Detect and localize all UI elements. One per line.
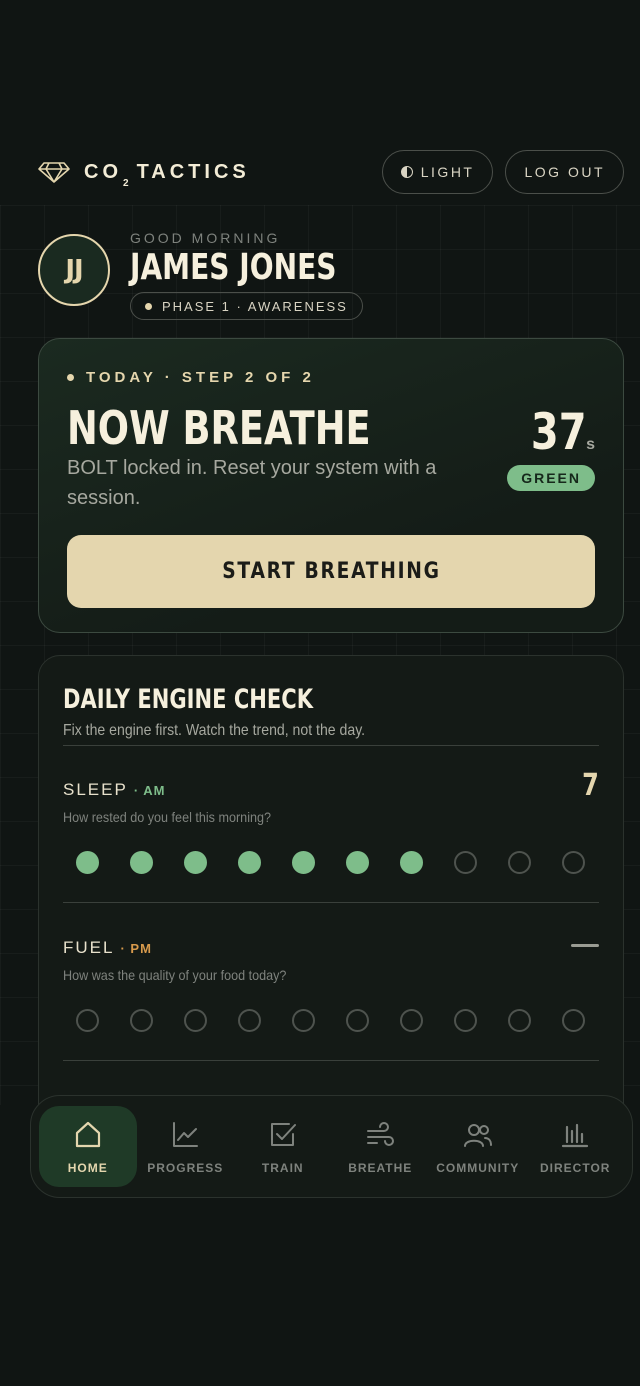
rating-dot-3[interactable] bbox=[184, 851, 207, 874]
fuel-label: FUEL · PM bbox=[63, 938, 152, 958]
nav-item-community[interactable]: COMMUNITY bbox=[429, 1106, 527, 1187]
fuel-question: How was the quality of your food today? bbox=[63, 967, 287, 983]
bolt-value: 37 bbox=[530, 403, 587, 461]
today-dot-icon bbox=[67, 374, 74, 381]
logout-label: LOG OUT bbox=[524, 164, 605, 180]
nav-item-director[interactable]: DIRECTOR bbox=[527, 1106, 625, 1187]
nav-label-community: COMMUNITY bbox=[436, 1160, 520, 1175]
daily-check-title: DAILY ENGINE CHECK bbox=[63, 684, 314, 715]
rating-dot-2[interactable] bbox=[130, 1009, 153, 1032]
today-step-label: TODAY · STEP 2 OF 2 bbox=[86, 369, 315, 386]
profile-section: JJ GOOD MORNING JAMES JONES PHASE 1 · AW… bbox=[38, 228, 395, 320]
top-header: CO 2 TACTICS LIGHT LOG OUT bbox=[38, 150, 624, 194]
nav-label-home: HOME bbox=[67, 1160, 108, 1175]
logout-button[interactable]: LOG OUT bbox=[505, 150, 624, 194]
today-eyebrow: TODAY · STEP 2 OF 2 bbox=[67, 369, 315, 386]
nav-item-progress[interactable]: PROGRESS bbox=[137, 1106, 235, 1187]
daily-check-subtitle: Fix the engine first. Watch the trend, n… bbox=[63, 722, 366, 739]
today-title: NOW BREATHE bbox=[67, 401, 371, 455]
rating-dot-8[interactable] bbox=[454, 851, 477, 874]
brand-main: CO bbox=[84, 160, 122, 183]
contrast-icon bbox=[400, 166, 413, 178]
bolt-status-badge: GREEN bbox=[507, 465, 595, 491]
avatar[interactable]: JJ bbox=[38, 234, 110, 306]
app-screen: CO 2 TACTICS LIGHT LOG OUT JJ GOOD MORNING… bbox=[0, 0, 640, 1386]
nav-label-director: DIRECTOR bbox=[540, 1160, 611, 1175]
rating-dot-8[interactable] bbox=[454, 1009, 477, 1032]
brand-logo[interactable]: CO 2 TACTICS bbox=[38, 160, 250, 189]
rating-dot-10[interactable] bbox=[562, 851, 585, 874]
diamond-icon bbox=[38, 162, 70, 183]
phase-dot-icon bbox=[145, 302, 152, 310]
bar-chart-icon bbox=[562, 1123, 589, 1147]
sleep-label-text: SLEEP bbox=[63, 780, 128, 799]
fuel-time-tag: · PM bbox=[120, 941, 152, 956]
phase-badge: PHASE 1 · AWARENESS bbox=[130, 292, 363, 320]
rating-dot-9[interactable] bbox=[508, 1009, 531, 1032]
rating-dot-3[interactable] bbox=[184, 1009, 207, 1032]
sleep-question: How rested do you feel this morning? bbox=[63, 809, 272, 825]
greeting: GOOD MORNING bbox=[130, 230, 281, 246]
user-name: JAMES JONES bbox=[130, 247, 337, 288]
fuel-label-text: FUEL bbox=[63, 938, 115, 957]
sleep-time-tag: · AM bbox=[133, 783, 166, 798]
brand-name: CO 2 TACTICS bbox=[84, 160, 250, 189]
rating-dot-7[interactable] bbox=[400, 1009, 423, 1032]
fuel-rating bbox=[76, 1009, 585, 1032]
rating-dot-4[interactable] bbox=[238, 1009, 261, 1032]
sleep-rating bbox=[76, 851, 585, 874]
start-breathing-button[interactable]: START BREATHING bbox=[67, 535, 595, 608]
theme-toggle-label: LIGHT bbox=[420, 164, 475, 180]
brand-rest: TACTICS bbox=[136, 160, 250, 183]
fuel-empty-value-dash bbox=[571, 944, 599, 947]
phase-label: PHASE 1 · AWARENESS bbox=[162, 298, 348, 314]
nav-label-train: TRAIN bbox=[261, 1160, 304, 1175]
divider bbox=[63, 902, 599, 903]
rating-dot-2[interactable] bbox=[130, 851, 153, 874]
bolt-unit: s bbox=[586, 436, 595, 453]
theme-toggle-button[interactable]: LIGHT bbox=[381, 150, 494, 194]
rating-dot-5[interactable] bbox=[292, 851, 315, 874]
today-description: BOLT locked in. Reset your system with a… bbox=[67, 457, 437, 509]
nav-item-breathe[interactable]: BREATHE bbox=[332, 1106, 430, 1187]
nav-label-breathe: BREATHE bbox=[348, 1160, 413, 1175]
rating-dot-5[interactable] bbox=[292, 1009, 315, 1032]
checkbox-icon bbox=[270, 1122, 296, 1146]
wind-icon bbox=[367, 1121, 395, 1146]
brand-subscript: 2 bbox=[123, 177, 129, 189]
rating-dot-7[interactable] bbox=[400, 851, 423, 874]
bottom-nav: HOME PROGRESS TRAIN BREATHE COMMUNITY DI… bbox=[30, 1095, 633, 1198]
bolt-score: 37s GREEN bbox=[507, 403, 595, 491]
rating-dot-9[interactable] bbox=[508, 851, 531, 874]
nav-label-progress: PROGRESS bbox=[147, 1160, 224, 1175]
rating-dot-6[interactable] bbox=[346, 1009, 369, 1032]
users-icon bbox=[463, 1123, 492, 1147]
rating-dot-6[interactable] bbox=[346, 851, 369, 874]
rating-dot-4[interactable] bbox=[238, 851, 261, 874]
sleep-label: SLEEP · AM bbox=[63, 780, 166, 800]
nav-item-home[interactable]: HOME bbox=[39, 1106, 137, 1187]
divider bbox=[63, 1060, 599, 1061]
chart-line-icon bbox=[173, 1121, 199, 1147]
divider bbox=[63, 745, 599, 746]
home-icon bbox=[75, 1121, 100, 1147]
sleep-value: 7 bbox=[582, 768, 599, 803]
start-breathing-label: START BREATHING bbox=[221, 559, 441, 584]
rating-dot-1[interactable] bbox=[76, 1009, 99, 1032]
nav-item-train[interactable]: TRAIN bbox=[234, 1106, 332, 1187]
rating-dot-1[interactable] bbox=[76, 851, 99, 874]
today-card: TODAY · STEP 2 OF 2 NOW BREATHE BOLT loc… bbox=[38, 338, 624, 633]
rating-dot-10[interactable] bbox=[562, 1009, 585, 1032]
